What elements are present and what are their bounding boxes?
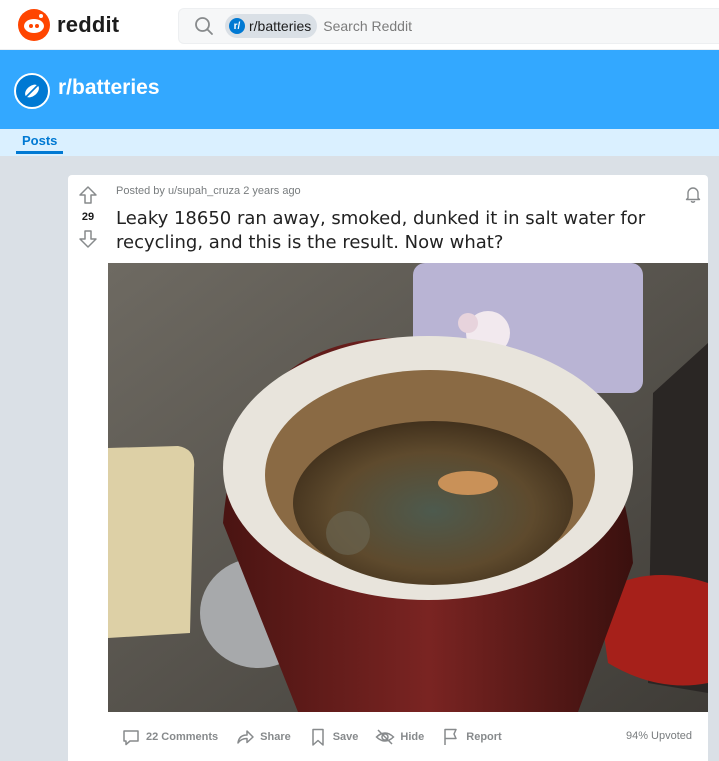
post-meta: Posted by u/supah_cruza 2 years ago bbox=[116, 185, 301, 197]
report-button[interactable]: Report bbox=[436, 723, 509, 751]
search-icon bbox=[193, 15, 215, 37]
post-image[interactable] bbox=[108, 263, 708, 712]
save-button[interactable]: Save bbox=[303, 723, 367, 751]
upvote-arrow-icon[interactable] bbox=[76, 183, 100, 207]
bell-icon[interactable] bbox=[682, 183, 704, 205]
share-icon bbox=[234, 726, 256, 748]
hide-button[interactable]: Hide bbox=[370, 723, 432, 751]
search-scope-chip[interactable]: r/ r/batteries bbox=[225, 14, 318, 38]
flag-icon bbox=[440, 726, 462, 748]
subreddit-title: r/batteries bbox=[58, 76, 160, 99]
subreddit-icon bbox=[14, 73, 50, 109]
subreddit-scope-icon: r/ bbox=[229, 18, 245, 34]
vote-column: 29 bbox=[68, 175, 108, 761]
report-label: Report bbox=[466, 731, 502, 743]
share-button[interactable]: Share bbox=[230, 723, 299, 751]
post-title[interactable]: Leaky 18650 ran away, smoked, dunked it … bbox=[116, 207, 686, 255]
subreddit-tabs: Posts bbox=[0, 129, 719, 156]
save-label: Save bbox=[332, 731, 359, 743]
search-input[interactable] bbox=[323, 18, 624, 34]
reddit-wordmark: reddit bbox=[57, 12, 120, 37]
bookmark-icon bbox=[307, 726, 329, 748]
top-navigation-bar: reddit r/ r/batteries bbox=[0, 0, 719, 50]
comments-button[interactable]: 22 Comments bbox=[116, 723, 226, 751]
search-bar[interactable]: r/ r/batteries bbox=[178, 8, 719, 44]
post-actions: 22 Comments Share Save Hide Report bbox=[116, 723, 700, 751]
upvote-ratio: 94% Upvoted bbox=[625, 730, 692, 742]
search-scope-label: r/batteries bbox=[249, 18, 312, 34]
comment-icon bbox=[120, 726, 142, 748]
downvote-arrow-icon[interactable] bbox=[76, 227, 100, 251]
reddit-logo-icon bbox=[18, 9, 50, 41]
vote-score: 29 bbox=[81, 211, 95, 223]
eye-slash-icon bbox=[374, 726, 396, 748]
share-label: Share bbox=[260, 731, 291, 743]
post-card[interactable]: 29 Posted by u/supah_cruza 2 years ago L… bbox=[68, 175, 708, 761]
tab-posts[interactable]: Posts bbox=[16, 133, 64, 154]
hide-label: Hide bbox=[400, 731, 425, 743]
reddit-home-link[interactable]: reddit bbox=[18, 9, 119, 41]
comments-label: 22 Comments bbox=[146, 731, 219, 743]
